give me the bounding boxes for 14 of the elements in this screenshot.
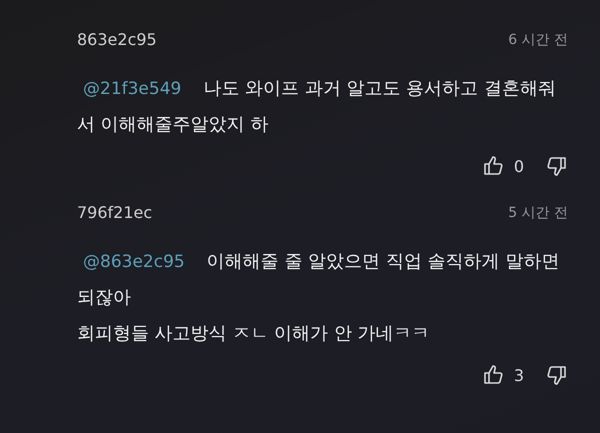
thumbs-up-icon[interactable] — [482, 155, 504, 177]
mention-link[interactable]: @21f3e549 — [83, 79, 182, 99]
timestamp: 6 시간 전 — [508, 30, 568, 48]
like-count: 3 — [514, 366, 524, 384]
username[interactable]: 863e2c95 — [77, 30, 157, 49]
comment-text: @863e2c95 이해해줄 줄 알았으면 직업 솔직하게 말하면 되잖아 회피형들 사고방식 ㅈㄴ 이해가 안 가네ㅋㅋ — [77, 250, 560, 346]
thumbs-down-icon[interactable] — [546, 364, 568, 386]
comment-text: @21f3e549 나도 와이프 과거 알고도 용서하고 결혼해줘서 이해해줄주알았지 하 — [77, 77, 557, 137]
timestamp: 5 시간 전 — [508, 204, 568, 222]
thumbs-down-icon[interactable] — [546, 155, 568, 177]
thumbs-up-icon[interactable] — [482, 364, 504, 386]
like-count: 0 — [514, 156, 524, 176]
username[interactable]: 796f21ec — [77, 203, 152, 222]
mention-link[interactable]: @863e2c95 — [83, 252, 185, 272]
